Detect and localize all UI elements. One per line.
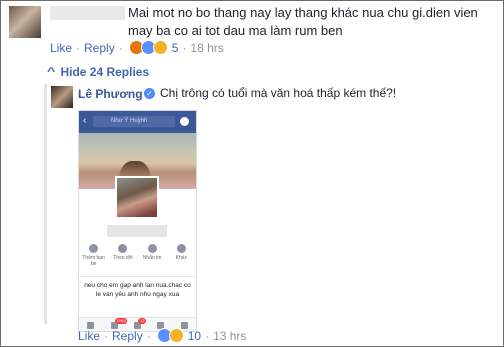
more-action: Khác xyxy=(168,244,194,274)
haha-reaction-icon xyxy=(152,40,168,55)
add-friend-icon xyxy=(89,244,99,253)
redacted-author-name xyxy=(50,6,125,20)
separator-dot: · xyxy=(104,328,109,343)
separator-dot: · xyxy=(118,40,123,55)
notification-badge: 1000 xyxy=(114,317,128,324)
follow-action: Theo dõi xyxy=(110,244,136,274)
messenger-icon xyxy=(180,117,189,126)
message-action: Nhắn tin xyxy=(139,244,165,274)
notification-badge-2: 12 xyxy=(137,317,147,324)
follow-icon xyxy=(118,244,128,253)
reaction-count[interactable]: 5 xyxy=(172,41,179,55)
like-button[interactable]: Like xyxy=(50,41,72,55)
redacted-profile-name xyxy=(107,225,167,237)
reply-button[interactable]: Reply xyxy=(84,41,115,55)
verified-badge-icon: ✓ xyxy=(144,88,155,99)
reply-actions: Like · Reply · 10 · 13 hrs xyxy=(78,328,246,343)
hide-replies-label: Hide 24 Replies xyxy=(60,65,150,79)
screenshot-post-text: neu cho em gap anh lan nua.chac co le va… xyxy=(84,282,191,298)
avatar[interactable] xyxy=(9,6,41,38)
reply-text: Chị trông có tuổi mà văn hoá thấp kém th… xyxy=(160,86,397,100)
separator-dot: · xyxy=(146,328,151,343)
screenshot-profile-actions: Thêm bạn bè Theo dõi Nhắn tin Khác xyxy=(79,244,196,274)
divider xyxy=(79,276,196,277)
separator-dot: · xyxy=(205,328,210,343)
add-friend-label: Thêm bạn bè xyxy=(82,255,105,267)
thread-line xyxy=(44,84,47,324)
separator-dot: · xyxy=(182,40,187,55)
attached-screenshot[interactable]: ‹ Như Ý Huỳnh Thêm bạn bè Theo dõi Nhắn … xyxy=(78,110,197,332)
comment-text: Mai mot no bo thang nay lay thang khác n… xyxy=(128,5,478,38)
wow-reaction-icon xyxy=(168,328,184,343)
chevron-up-icon: ^ xyxy=(47,66,56,78)
screenshot-profile-photo xyxy=(115,176,159,219)
message-icon xyxy=(147,244,157,253)
timestamp[interactable]: 18 hrs xyxy=(190,41,223,55)
hide-replies-toggle[interactable]: ^ Hide 24 Replies xyxy=(47,65,150,79)
comment-actions: Like · Reply · 5 · 18 hrs xyxy=(50,40,224,55)
back-arrow-icon: ‹ xyxy=(83,115,87,126)
more-icon xyxy=(176,244,186,253)
add-friend-action: Thêm bạn bè xyxy=(81,244,107,274)
timestamp[interactable]: 13 hrs xyxy=(213,329,246,343)
reply-button[interactable]: Reply xyxy=(112,329,143,343)
more-label: Khác xyxy=(175,255,188,261)
separator-dot: · xyxy=(76,40,81,55)
like-button[interactable]: Like xyxy=(78,329,100,343)
message-label: Nhắn tin xyxy=(142,255,162,261)
reply-avatar[interactable] xyxy=(51,86,73,108)
reply-author-name[interactable]: Lê Phương xyxy=(78,87,143,101)
reactions-summary[interactable]: 5 xyxy=(128,40,179,55)
follow-label: Theo dõi xyxy=(113,255,133,261)
reaction-count[interactable]: 10 xyxy=(188,329,201,343)
reactions-summary[interactable]: 10 xyxy=(156,328,201,343)
screenshot-search-field: Như Ý Huỳnh xyxy=(93,116,175,127)
